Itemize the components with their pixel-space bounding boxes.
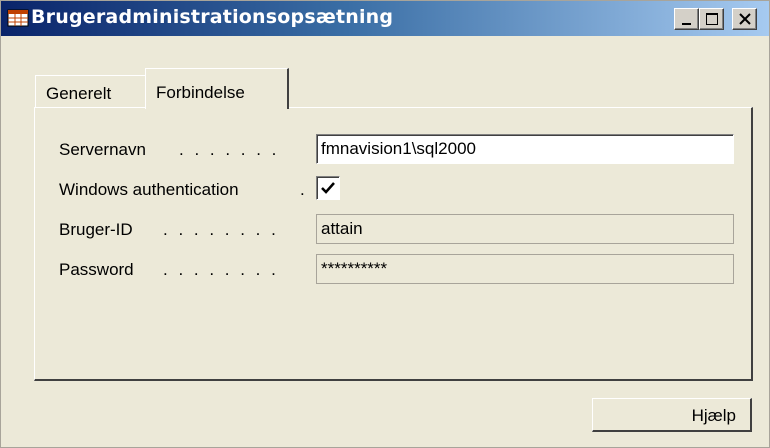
help-button[interactable]: Hjælp [592,398,752,432]
password-dots: . . . . . . . . [163,260,279,279]
server-name-label: Servernavn [59,140,146,159]
user-id-field[interactable]: attain [316,214,734,244]
tab-forbindelse[interactable]: Forbindelse [145,68,289,109]
windows-auth-dots: . [300,180,308,199]
windows-auth-checkbox[interactable] [316,176,340,200]
tab-generelt-label: Generelt [46,84,112,103]
close-button[interactable] [732,8,757,30]
title-bar[interactable]: Brugeradministrationsopsætning [1,1,769,36]
checkmark-icon [321,182,335,194]
maximize-button[interactable] [699,8,724,30]
server-name-dots: . . . . . . . [179,140,280,159]
password-field[interactable]: ********** [316,254,734,284]
windows-auth-label: Windows authentication [59,180,239,199]
tab-generelt[interactable]: Generelt [35,75,147,107]
user-id-label: Bruger-ID [59,220,133,239]
setup-window: Brugeradministrationsopsætning Generelt … [0,0,770,448]
user-id-dots: . . . . . . . . [163,220,279,239]
maximize-icon [706,13,718,25]
password-label: Password [59,260,134,279]
minimize-button[interactable] [674,8,699,30]
tab-forbindelse-label: Forbindelse [156,83,245,102]
server-name-field[interactable]: fmnavision1\sql2000 [316,134,734,164]
close-icon [739,13,751,25]
minimize-icon [682,23,691,25]
window-title: Brugeradministrationsopsætning [31,6,394,28]
form-icon [7,8,29,28]
